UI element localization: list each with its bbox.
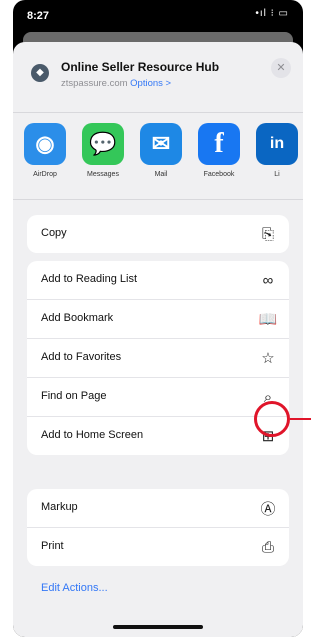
copy-icon: ⎘ xyxy=(261,225,274,243)
app-label: Messages xyxy=(87,171,119,178)
linkedin-icon: in xyxy=(256,123,298,165)
markup-icon: Ⓐ xyxy=(260,500,276,518)
status-time: 8:27 xyxy=(27,10,50,22)
action-add-to-home-screen[interactable]: Add to Home Screen ⊞ xyxy=(27,417,289,455)
app-facebook[interactable]: f Facebook xyxy=(193,123,245,178)
action-add-bookmark[interactable]: Add Bookmark 📖 xyxy=(27,300,289,339)
copy-group: Copy ⎘ xyxy=(27,215,289,253)
page-subtitle: ztspassure.com Options > xyxy=(61,78,171,89)
action-label: Add to Home Screen xyxy=(41,429,144,441)
action-label: Copy xyxy=(41,227,67,239)
action-label: Find on Page xyxy=(41,390,107,402)
airdrop-icon: ◉ xyxy=(24,123,66,165)
action-find-on-page[interactable]: Find on Page ⌕ xyxy=(27,378,289,417)
status-bar: 8:27 •ıl ⁝ ▭ xyxy=(13,0,303,36)
airdrop-glyph: ◉ xyxy=(35,131,55,156)
site-domain: ztspassure.com xyxy=(61,78,128,89)
action-label: Add to Reading List xyxy=(41,273,138,285)
reading-list-icon: ∞ xyxy=(262,271,274,289)
printer-icon: ⎙ xyxy=(261,538,274,556)
markup-group: Markup Ⓐ Print ⎙ xyxy=(27,489,289,566)
site-favicon-icon: ◆ xyxy=(31,64,49,82)
app-label: Li xyxy=(274,171,280,178)
app-row: ◉ AirDrop 💬 Messages ✉ Mail f Facebook i… xyxy=(13,112,303,200)
page-title: Online Seller Resource Hub xyxy=(61,60,220,74)
action-label: Add to Favorites xyxy=(41,351,122,363)
action-markup[interactable]: Markup Ⓐ xyxy=(27,489,289,528)
facebook-icon: f xyxy=(198,123,240,165)
action-add-to-favorites[interactable]: Add to Favorites ☆ xyxy=(27,339,289,378)
share-sheet: ◆ Online Seller Resource Hub ztspassure.… xyxy=(13,42,303,637)
close-button[interactable]: ✕ xyxy=(271,58,291,78)
app-mail[interactable]: ✉ Mail xyxy=(135,123,187,178)
app-messages[interactable]: 💬 Messages xyxy=(77,123,129,178)
action-copy[interactable]: Copy ⎘ xyxy=(27,215,289,253)
action-label: Add Bookmark xyxy=(41,312,114,324)
app-label: AirDrop xyxy=(33,171,57,178)
phone-frame: 8:27 •ıl ⁝ ▭ ◆ Online Seller Resource Hu… xyxy=(13,0,303,637)
app-linkedin[interactable]: in Li xyxy=(251,123,303,178)
linkedin-glyph: in xyxy=(269,135,285,152)
options-link[interactable]: Options > xyxy=(130,78,171,89)
bookmark-icon: 📖 xyxy=(258,311,278,328)
mail-icon: ✉ xyxy=(140,123,182,165)
action-add-to-reading-list[interactable]: Add to Reading List ∞ xyxy=(27,261,289,300)
action-label: Print xyxy=(41,540,64,552)
share-header: ◆ Online Seller Resource Hub ztspassure.… xyxy=(21,50,295,104)
actions-group: Add to Reading List ∞ Add Bookmark 📖 Add… xyxy=(27,261,289,455)
action-print[interactable]: Print ⎙ xyxy=(27,528,289,566)
messages-glyph: 💬 xyxy=(89,131,117,156)
pointer-line xyxy=(290,418,311,420)
app-label: Mail xyxy=(154,171,168,178)
star-icon: ☆ xyxy=(261,350,275,367)
close-icon: ✕ xyxy=(276,62,286,74)
status-indicators: •ıl ⁝ ▭ xyxy=(255,8,289,19)
home-indicator xyxy=(113,625,203,629)
app-airdrop[interactable]: ◉ AirDrop xyxy=(19,123,71,178)
highlight-circle xyxy=(254,401,290,437)
edit-actions-link[interactable]: Edit Actions... xyxy=(41,582,108,594)
messages-icon: 💬 xyxy=(82,123,124,165)
facebook-glyph: f xyxy=(214,128,224,159)
app-label: Facebook xyxy=(203,171,235,178)
mail-glyph: ✉ xyxy=(151,131,171,156)
action-label: Markup xyxy=(41,501,78,513)
